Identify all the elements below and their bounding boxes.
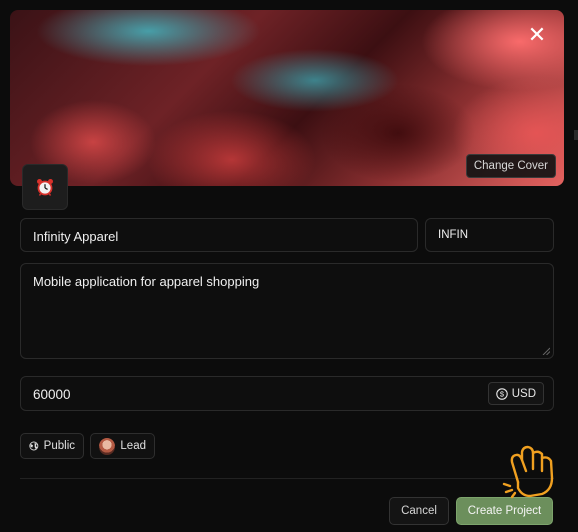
pointing-hand-icon (502, 445, 554, 499)
create-project-button[interactable]: Create Project (456, 497, 553, 525)
dollar-circle-icon: $ (495, 387, 508, 400)
currency-label: USD (511, 387, 536, 400)
alarm-clock-icon (37, 179, 53, 196)
lead-label: Lead (120, 440, 146, 452)
create-project-modal: ✕ Change Cover Infinity Apparel INFIN Mo… (0, 0, 578, 532)
scroll-edge (574, 130, 578, 140)
visibility-button[interactable]: Public (20, 433, 84, 459)
close-icon[interactable]: ✕ (526, 24, 548, 46)
lead-select-button[interactable]: Lead (90, 433, 155, 459)
resize-handle-icon[interactable] (542, 347, 550, 355)
currency-select[interactable]: $ USD (487, 382, 544, 405)
change-cover-button[interactable]: Change Cover (465, 154, 556, 178)
project-name-input[interactable]: Infinity Apparel (20, 218, 418, 252)
description-text: Mobile application for apparel shopping (33, 274, 260, 289)
budget-value: 60000 (33, 387, 71, 402)
budget-input[interactable]: 60000 $ USD (20, 376, 554, 411)
svg-text:$: $ (500, 389, 505, 398)
project-description-textarea[interactable]: Mobile application for apparel shopping (20, 263, 554, 359)
cancel-button[interactable]: Cancel (389, 497, 449, 525)
visibility-label: Public (43, 440, 75, 452)
project-key-input[interactable]: INFIN (425, 218, 554, 252)
globe-icon (29, 441, 39, 451)
project-icon-button[interactable] (22, 164, 68, 210)
divider (20, 478, 554, 479)
avatar (99, 437, 116, 455)
cover-image: ✕ Change Cover (10, 10, 564, 186)
